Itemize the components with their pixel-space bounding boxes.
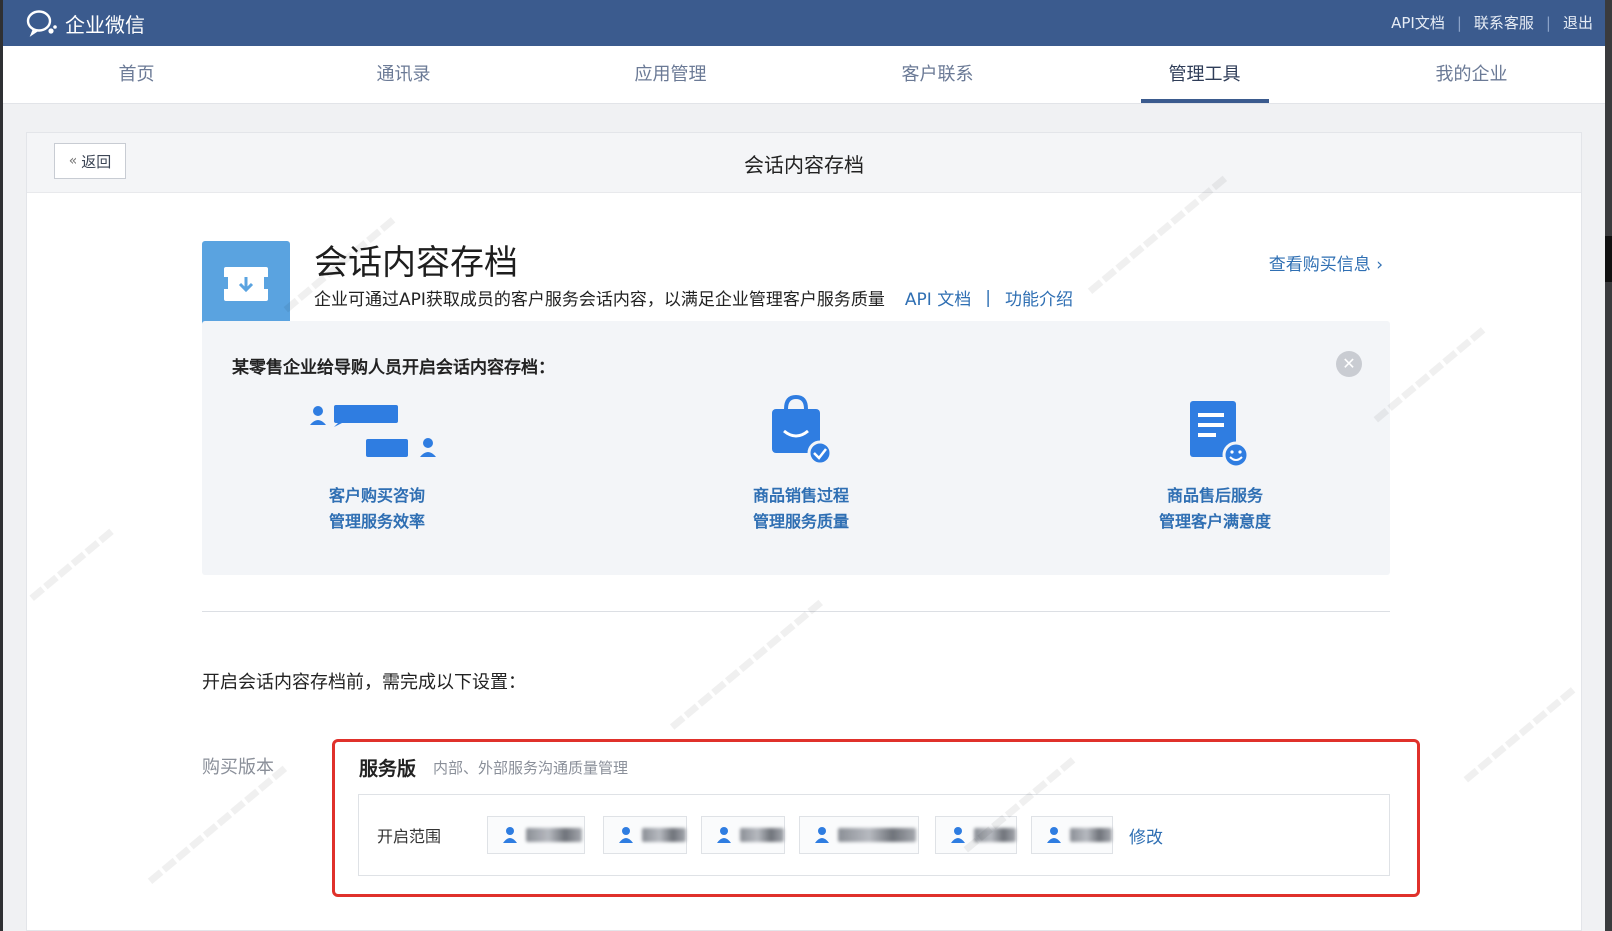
app-window: 企业微信 API文档 | 联系客服 | 退出 首页 通讯录 应用管理 客户联系 …: [3, 0, 1605, 931]
chat-icon: [252, 401, 502, 483]
feature-line-1: 商品售后服务: [1166, 486, 1263, 505]
logout-link[interactable]: 退出: [1563, 12, 1593, 33]
logo[interactable]: 企业微信: [25, 8, 145, 38]
feature-line-2: 管理客户满意度: [1158, 512, 1271, 531]
top-bar: 企业微信 API文档 | 联系客服 | 退出: [3, 0, 1605, 46]
window-edge: [1605, 0, 1612, 931]
feature-line-2: 管理服务效率: [328, 512, 425, 531]
panel-header: « 返回 会话内容存档: [27, 133, 1581, 193]
tab-contacts[interactable]: 通讯录: [270, 46, 537, 103]
setup-title: 开启会话内容存档前，需完成以下设置：: [202, 672, 526, 693]
feature-line-2: 管理服务质量: [752, 512, 849, 531]
content-panel: « 返回 会话内容存档 会话内容存档 企业可通过API获取成员的客户服务会话内容…: [22, 132, 1582, 931]
modify-scope-link[interactable]: 修改: [1129, 823, 1163, 848]
member-chip[interactable]: [1031, 816, 1113, 854]
person-icon: [717, 827, 731, 843]
feature-title: 会话内容存档: [314, 243, 518, 283]
api-docs-inline-link[interactable]: API 文档: [905, 285, 971, 310]
watermark: ▬▬▬▬▬▬▬▬▬▬▬: [663, 592, 829, 736]
separator: |: [1456, 13, 1462, 32]
divider: [202, 611, 1390, 612]
contact-support-link[interactable]: 联系客服: [1474, 12, 1534, 33]
highlighted-edition-box: 服务版 内部、外部服务沟通质量管理 开启范围 修改: [332, 739, 1420, 897]
member-name-redacted: [838, 828, 916, 842]
member-name-redacted: [740, 828, 784, 842]
member-chip[interactable]: [935, 816, 1017, 854]
api-docs-link[interactable]: API文档: [1391, 12, 1445, 33]
enable-scope-box: 开启范围 修改: [358, 794, 1390, 876]
member-chip[interactable]: [603, 816, 687, 854]
watermark: ▬▬▬▬▬▬▬▬: [1456, 679, 1581, 789]
member-name-redacted: [526, 828, 582, 842]
edition-description: 内部、外部服务沟通质量管理: [433, 759, 629, 777]
tab-management-tools[interactable]: 管理工具: [1071, 46, 1338, 103]
link-divider: |: [985, 287, 991, 308]
tab-customer-contact[interactable]: 客户联系: [804, 46, 1071, 103]
member-name-redacted: [1070, 828, 1112, 842]
example-card: 某零售企业给导购人员开启会话内容存档： ✕ 客户购买咨询 管理服务效率 商品销售…: [202, 321, 1390, 575]
person-icon: [951, 827, 965, 843]
edition-name: 服务版: [359, 758, 417, 780]
tab-app-management[interactable]: 应用管理: [537, 46, 804, 103]
feature-item: 商品售后服务 管理客户满意度: [1090, 401, 1340, 535]
feature-line-1: 商品销售过程: [752, 486, 849, 505]
feature-description: 企业可通过API获取成员的客户服务会话内容，以满足企业管理客户服务质量: [314, 290, 885, 310]
wecom-logo-icon: [26, 10, 57, 37]
view-purchase-info-link[interactable]: 查看购买信息 ›: [1269, 250, 1383, 275]
purchase-edition-label: 购买版本: [202, 757, 274, 778]
enable-scope-label: 开启范围: [377, 827, 442, 846]
member-chip[interactable]: [799, 816, 919, 854]
feature-intro-link[interactable]: 功能介绍: [1005, 285, 1073, 310]
separator: |: [1545, 13, 1551, 32]
person-icon: [503, 827, 517, 843]
document-smile-icon: [1090, 401, 1340, 483]
main-nav: 首页 通讯录 应用管理 客户联系 管理工具 我的企业: [3, 46, 1605, 104]
watermark: ▬▬▬▬▬▬: [22, 520, 120, 608]
person-icon: [815, 827, 829, 843]
member-name-redacted: [642, 828, 686, 842]
feature-item: 商品销售过程 管理服务质量: [676, 395, 926, 535]
example-title: 某零售企业给导购人员开启会话内容存档：: [232, 358, 555, 378]
member-name-redacted: [974, 828, 1016, 842]
archive-download-icon: [202, 241, 290, 327]
member-chip[interactable]: [487, 816, 585, 854]
feature-line-1: 客户购买咨询: [328, 486, 425, 505]
app-name: 企业微信: [65, 12, 145, 37]
close-icon[interactable]: ✕: [1336, 351, 1362, 377]
tab-home[interactable]: 首页: [3, 46, 270, 103]
feature-description-row: 企业可通过API获取成员的客户服务会话内容，以满足企业管理客户服务质量 API …: [314, 285, 1073, 311]
member-chip[interactable]: [701, 816, 785, 854]
feature-item: 客户购买咨询 管理服务效率: [252, 401, 502, 535]
tab-my-enterprise[interactable]: 我的企业: [1338, 46, 1605, 103]
person-icon: [619, 827, 633, 843]
top-links: API文档 | 联系客服 | 退出: [1391, 12, 1593, 33]
shopping-bag-icon: [676, 395, 926, 483]
person-icon: [1047, 827, 1061, 843]
page-title: 会话内容存档: [744, 153, 864, 177]
